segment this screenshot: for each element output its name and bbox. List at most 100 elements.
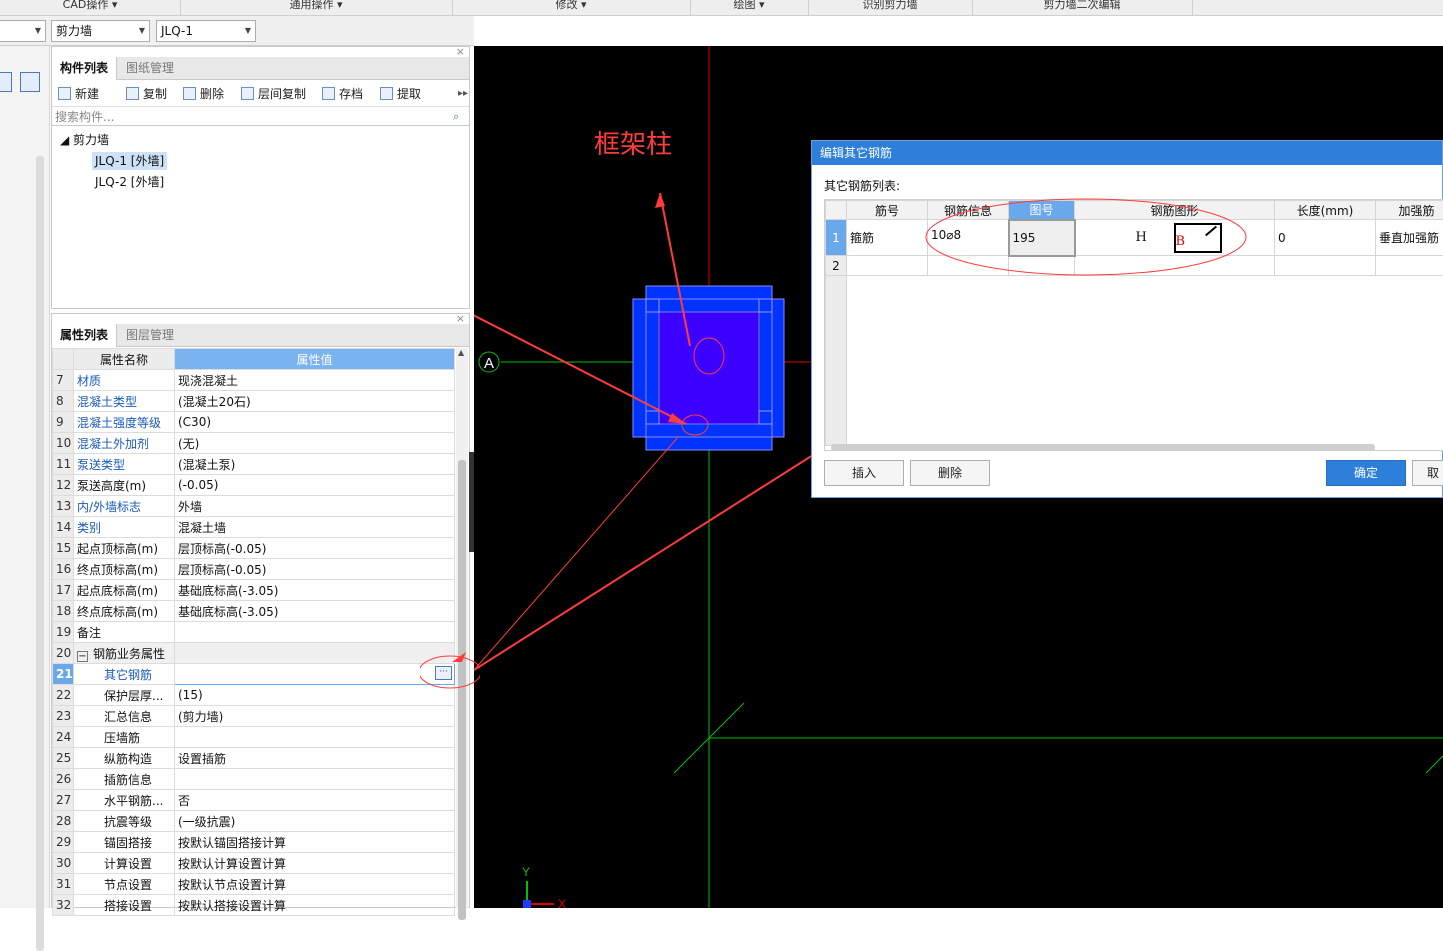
component-tabs: 构件列表 图纸管理 xyxy=(52,57,469,80)
col-length[interactable]: 长度(mm) xyxy=(1275,201,1376,220)
tab-component-list[interactable]: 构件列表 xyxy=(52,57,117,80)
delete-row-button[interactable]: 删除 xyxy=(910,460,990,486)
property-row[interactable]: 18终点底标高(m)基础底标高(-3.05) xyxy=(53,601,455,622)
chevron-up-icon[interactable]: ▲ xyxy=(458,348,464,357)
property-row[interactable]: 7材质现浇混凝土 xyxy=(53,370,455,391)
property-value[interactable]: ··· xyxy=(175,664,455,685)
grid-view-icon[interactable] xyxy=(20,72,40,92)
property-value[interactable]: 设置插筋 xyxy=(175,748,455,769)
delete-button[interactable]: 删除 xyxy=(183,85,224,103)
property-value[interactable]: (混凝土20石) xyxy=(175,391,455,412)
property-value[interactable]: 层顶标高(-0.05) xyxy=(175,559,455,580)
list-view-icon[interactable] xyxy=(0,72,12,92)
property-name: 材质 xyxy=(74,370,175,391)
property-row[interactable]: 9混凝土强度等级(C30) xyxy=(53,412,455,433)
property-row[interactable]: 11泵送类型(混凝土泵) xyxy=(53,454,455,475)
property-value[interactable] xyxy=(175,643,455,664)
tree-root[interactable]: ◢ 剪力墙 xyxy=(60,131,109,149)
length-cell[interactable]: 0 xyxy=(1275,220,1376,256)
property-value[interactable]: 基础底标高(-3.05) xyxy=(175,580,455,601)
search-icon[interactable]: ⌕ xyxy=(453,110,459,124)
tree-item-jlq2[interactable]: JLQ-2 [外墙] xyxy=(95,173,164,191)
property-row[interactable]: 8混凝土类型(混凝土20石) xyxy=(53,391,455,412)
ribbon-group-draw[interactable]: 绘图 ▾ xyxy=(690,0,808,14)
property-row[interactable]: 16终点顶标高(m)层顶标高(-0.05) xyxy=(53,559,455,580)
property-value[interactable]: 否 xyxy=(175,790,455,811)
property-row[interactable]: 23汇总信息(剪力墙) xyxy=(53,706,455,727)
property-value[interactable]: 混凝土墙 xyxy=(175,517,455,538)
col-strengthen[interactable]: 加强筋 xyxy=(1376,201,1443,220)
ribbon-group-common[interactable]: 通用操作 ▾ xyxy=(180,0,452,14)
tab-drawing-manage[interactable]: 图纸管理 xyxy=(118,57,182,80)
property-name: 终点底标高(m) xyxy=(74,601,175,622)
row-number: 15 xyxy=(53,538,74,559)
property-value[interactable] xyxy=(175,727,455,748)
property-row[interactable]: 24压墙筋 xyxy=(53,727,455,748)
property-value[interactable]: (-0.05) xyxy=(175,475,455,496)
property-row[interactable]: 32搭接设置按默认搭接设置计算 xyxy=(53,895,455,916)
property-value[interactable]: (15) xyxy=(175,685,455,706)
property-row[interactable]: 29锚固搭接按默认锚固搭接计算 xyxy=(53,832,455,853)
col-rebar-no[interactable]: 筋号 xyxy=(847,201,928,220)
property-value[interactable]: 按默认计算设置计算 xyxy=(175,853,455,874)
more-icon[interactable]: ▸▸ xyxy=(458,85,468,103)
tree-item-jlq1[interactable]: JLQ-1 [外墙] xyxy=(92,152,167,170)
archive-button[interactable]: 存档 xyxy=(322,85,363,103)
insert-button[interactable]: 插入 xyxy=(824,460,904,486)
property-value[interactable]: 按默认搭接设置计算 xyxy=(175,895,455,916)
property-row[interactable]: 27水平钢筋...否 xyxy=(53,790,455,811)
floor-select[interactable]: ▼ xyxy=(0,20,46,42)
property-value[interactable]: (一级抗震) xyxy=(175,811,455,832)
property-row[interactable]: 21其它钢筋··· xyxy=(53,664,455,685)
ribbon-group-modify[interactable]: 修改 ▾ xyxy=(452,0,690,14)
property-value[interactable]: 按默认节点设置计算 xyxy=(175,874,455,895)
ribbon-group-secondary-edit[interactable]: 剪力墙二次编辑 xyxy=(972,0,1192,14)
property-value[interactable]: (剪力墙) xyxy=(175,706,455,727)
property-row[interactable]: 13内/外墙标志外墙 xyxy=(53,496,455,517)
strengthen-cell[interactable]: 垂直加强筋 xyxy=(1376,220,1443,256)
new-button[interactable]: 新建 xyxy=(58,85,99,103)
ribbon-group-recognize[interactable]: 识别剪力墙 xyxy=(808,0,972,14)
property-value[interactable] xyxy=(175,769,455,790)
property-row[interactable]: 17起点底标高(m)基础底标高(-3.05) xyxy=(53,580,455,601)
property-row[interactable]: 14类别混凝土墙 xyxy=(53,517,455,538)
ribbon-group-cad[interactable]: CAD操作 ▾ xyxy=(0,0,180,14)
property-row[interactable]: 22保护层厚...(15) xyxy=(53,685,455,706)
property-row[interactable]: 25纵筋构造设置插筋 xyxy=(53,748,455,769)
floor-copy-button[interactable]: 层间复制 xyxy=(241,85,306,103)
left-scrollbar[interactable] xyxy=(36,156,44,951)
rebar-table-hscroll[interactable] xyxy=(831,444,1375,451)
property-value[interactable]: (C30) xyxy=(175,412,455,433)
property-row[interactable]: 19备注 xyxy=(53,622,455,643)
property-row[interactable]: 26插筋信息 xyxy=(53,769,455,790)
property-name: −钢筋业务属性 xyxy=(74,643,175,664)
property-value[interactable]: (混凝土泵) xyxy=(175,454,455,475)
extract-button[interactable]: 提取 xyxy=(380,85,421,103)
property-row[interactable]: 10混凝土外加剂(无) xyxy=(53,433,455,454)
collapse-icon[interactable]: − xyxy=(77,651,88,662)
type-select[interactable]: 剪力墙▼ xyxy=(51,20,150,42)
tab-layer-manage[interactable]: 图层管理 xyxy=(118,324,182,347)
ok-button[interactable]: 确定 xyxy=(1326,460,1406,486)
component-select[interactable]: JLQ-1▼ xyxy=(156,20,256,42)
cancel-button[interactable]: 取 xyxy=(1412,460,1443,486)
property-value[interactable]: 外墙 xyxy=(175,496,455,517)
property-row[interactable]: 12泵送高度(m)(-0.05) xyxy=(53,475,455,496)
property-value[interactable] xyxy=(175,622,455,643)
scroll-thumb[interactable] xyxy=(458,460,466,920)
property-row[interactable]: 31节点设置按默认节点设置计算 xyxy=(53,874,455,895)
copy-button[interactable]: 复制 xyxy=(126,85,167,103)
tab-property-list[interactable]: 属性列表 xyxy=(52,324,117,347)
property-value[interactable]: 现浇混凝土 xyxy=(175,370,455,391)
property-row[interactable]: 30计算设置按默认计算设置计算 xyxy=(53,853,455,874)
property-row[interactable]: 15起点顶标高(m)层顶标高(-0.05) xyxy=(53,538,455,559)
component-search-input[interactable]: 搜索构件... xyxy=(52,108,469,126)
property-row[interactable]: 20−钢筋业务属性 xyxy=(53,643,455,664)
property-value[interactable]: (无) xyxy=(175,433,455,454)
property-value[interactable]: 按默认锚固搭接计算 xyxy=(175,832,455,853)
panel-splitter[interactable] xyxy=(469,452,474,552)
property-row[interactable]: 28抗震等级(一级抗震) xyxy=(53,811,455,832)
property-value[interactable]: 基础底标高(-3.05) xyxy=(175,601,455,622)
property-value[interactable]: 层顶标高(-0.05) xyxy=(175,538,455,559)
rebar-name-cell[interactable]: 箍筋 xyxy=(847,220,928,256)
